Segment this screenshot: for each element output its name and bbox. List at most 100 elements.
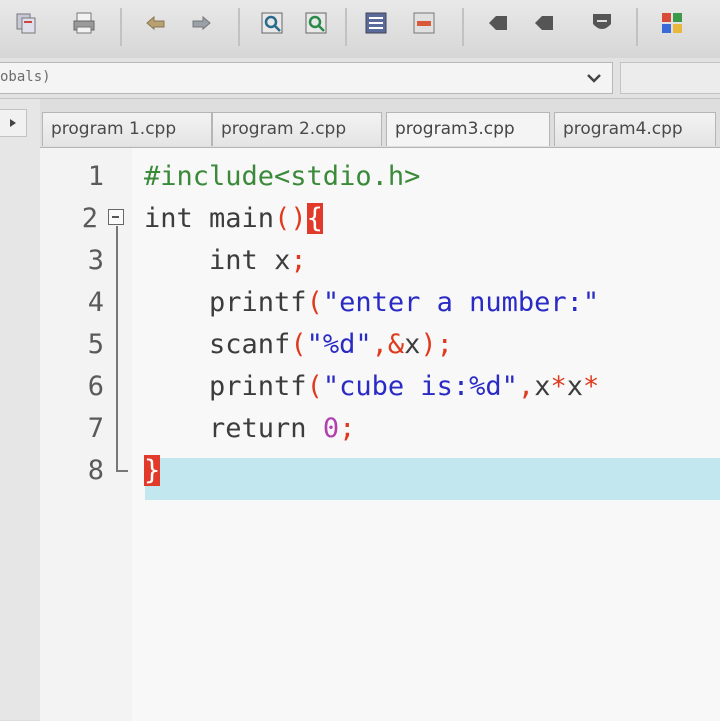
code-line: printf("cube is:%d",x*x*	[144, 371, 599, 402]
code-token: "cube is:%d"	[322, 371, 518, 402]
tab-label: program 2.cpp	[221, 119, 347, 139]
copy-button[interactable]	[10, 6, 42, 40]
code-token: *	[582, 371, 600, 402]
toolbar-separator	[462, 8, 464, 46]
code-line: return 0;	[144, 413, 355, 444]
editor-tabs: program 1.cpp program 2.cpp program3.cpp…	[40, 99, 720, 151]
line-number: 3	[87, 245, 104, 276]
tab-program-4[interactable]: program4.cpp	[554, 112, 716, 146]
find-button[interactable]	[256, 6, 288, 40]
indent-icon	[365, 12, 387, 34]
redo-icon	[192, 15, 211, 31]
bookmark-prev-button[interactable]	[528, 6, 560, 40]
scope-bar: obals)	[0, 58, 720, 99]
line-number: 2	[81, 203, 98, 234]
code-token: ,&	[371, 329, 405, 360]
panel-toggle-button[interactable]	[0, 109, 27, 137]
line-number: 4	[87, 287, 104, 318]
line-number: 5	[87, 329, 104, 360]
unindent-button[interactable]	[408, 6, 440, 40]
toolbar-separator	[345, 8, 347, 46]
code-token: (	[306, 371, 323, 402]
bookmark-button[interactable]	[482, 6, 514, 40]
tab-label: program4.cpp	[563, 119, 683, 139]
code-token: ()	[274, 203, 307, 234]
toolbar-separator	[120, 8, 122, 46]
grid-button[interactable]	[656, 6, 688, 40]
unindent-icon	[413, 12, 435, 34]
scope-secondary-dropdown[interactable]	[620, 62, 720, 94]
code-line: int x;	[144, 245, 307, 276]
code-token: x	[257, 245, 291, 276]
fold-guide-end	[116, 470, 128, 472]
code-line: scanf("%d",&x);	[144, 329, 453, 360]
code-token: #include<stdio.h>	[144, 161, 421, 192]
tab-label: program 1.cpp	[51, 119, 177, 139]
fold-toggle[interactable]	[108, 209, 124, 225]
line-number: 8	[87, 455, 104, 486]
code-line: #include<stdio.h>	[144, 161, 420, 192]
chevron-right-icon	[10, 119, 16, 127]
code-token: "enter a number:"	[322, 287, 600, 318]
chevron-down-icon	[587, 74, 601, 83]
shield-icon	[593, 14, 611, 29]
grid-icon	[662, 13, 682, 33]
code-token: ,	[517, 371, 535, 402]
print-button[interactable]	[68, 6, 100, 40]
code-token: ;	[339, 413, 356, 444]
line-number: 1	[87, 161, 104, 192]
line-number-gutter: 1 2 3 4 5 6 7 8	[40, 148, 132, 721]
tab-program-1[interactable]: program 1.cpp	[42, 112, 212, 146]
line-number: 6	[87, 371, 104, 402]
code-line: int main(){	[144, 203, 323, 234]
code-token: scanf	[209, 329, 291, 360]
project-panel	[0, 99, 41, 720]
scope-value: obals)	[0, 69, 51, 85]
bookmark-prev-icon	[535, 16, 553, 30]
code-token: return	[209, 413, 307, 444]
code-token: printf	[209, 371, 307, 402]
toolbar	[0, 0, 720, 59]
find-icon	[261, 12, 283, 34]
code-token: int	[144, 203, 193, 234]
print-icon	[73, 12, 95, 34]
code-token: main	[192, 203, 275, 234]
indent-button[interactable]	[360, 6, 392, 40]
toolbar-separator	[238, 8, 240, 46]
fold-guide	[116, 226, 118, 472]
collapse-icon	[112, 216, 119, 218]
line-number: 7	[87, 413, 104, 444]
redo-button[interactable]	[185, 6, 217, 40]
undo-icon	[146, 15, 165, 31]
shield-button[interactable]	[586, 6, 618, 40]
copy-icon	[16, 13, 36, 34]
tab-program-2[interactable]: program 2.cpp	[212, 112, 382, 146]
code-token: int	[209, 245, 258, 276]
matched-brace: }	[144, 455, 161, 486]
code-token: x	[566, 371, 583, 402]
code-token: );	[420, 329, 453, 360]
replace-icon	[305, 12, 327, 34]
toolbar-separator	[636, 8, 638, 46]
code-token: ;	[290, 245, 307, 276]
code-editor[interactable]: 1 2 3 4 5 6 7 8 #include<stdio.h> int mai…	[40, 147, 720, 721]
code-token: x	[404, 329, 421, 360]
tab-label: program3.cpp	[395, 119, 515, 139]
bookmark-icon	[489, 16, 507, 30]
code-token: "%d"	[306, 329, 372, 360]
scope-dropdown[interactable]: obals)	[0, 62, 613, 94]
code-token: *	[550, 371, 567, 402]
code-token: 0	[322, 413, 340, 444]
code-line: }	[144, 455, 161, 486]
replace-button[interactable]	[300, 6, 332, 40]
current-line-highlight	[145, 458, 720, 500]
matched-brace: {	[306, 203, 323, 234]
code-token: (	[290, 329, 307, 360]
code-line: printf("enter a number:"	[144, 287, 599, 318]
tab-program-3[interactable]: program3.cpp	[386, 112, 550, 146]
code-token: x	[534, 371, 551, 402]
code-token: (	[306, 287, 323, 318]
code-token: printf	[209, 287, 307, 318]
undo-button[interactable]	[140, 6, 172, 40]
